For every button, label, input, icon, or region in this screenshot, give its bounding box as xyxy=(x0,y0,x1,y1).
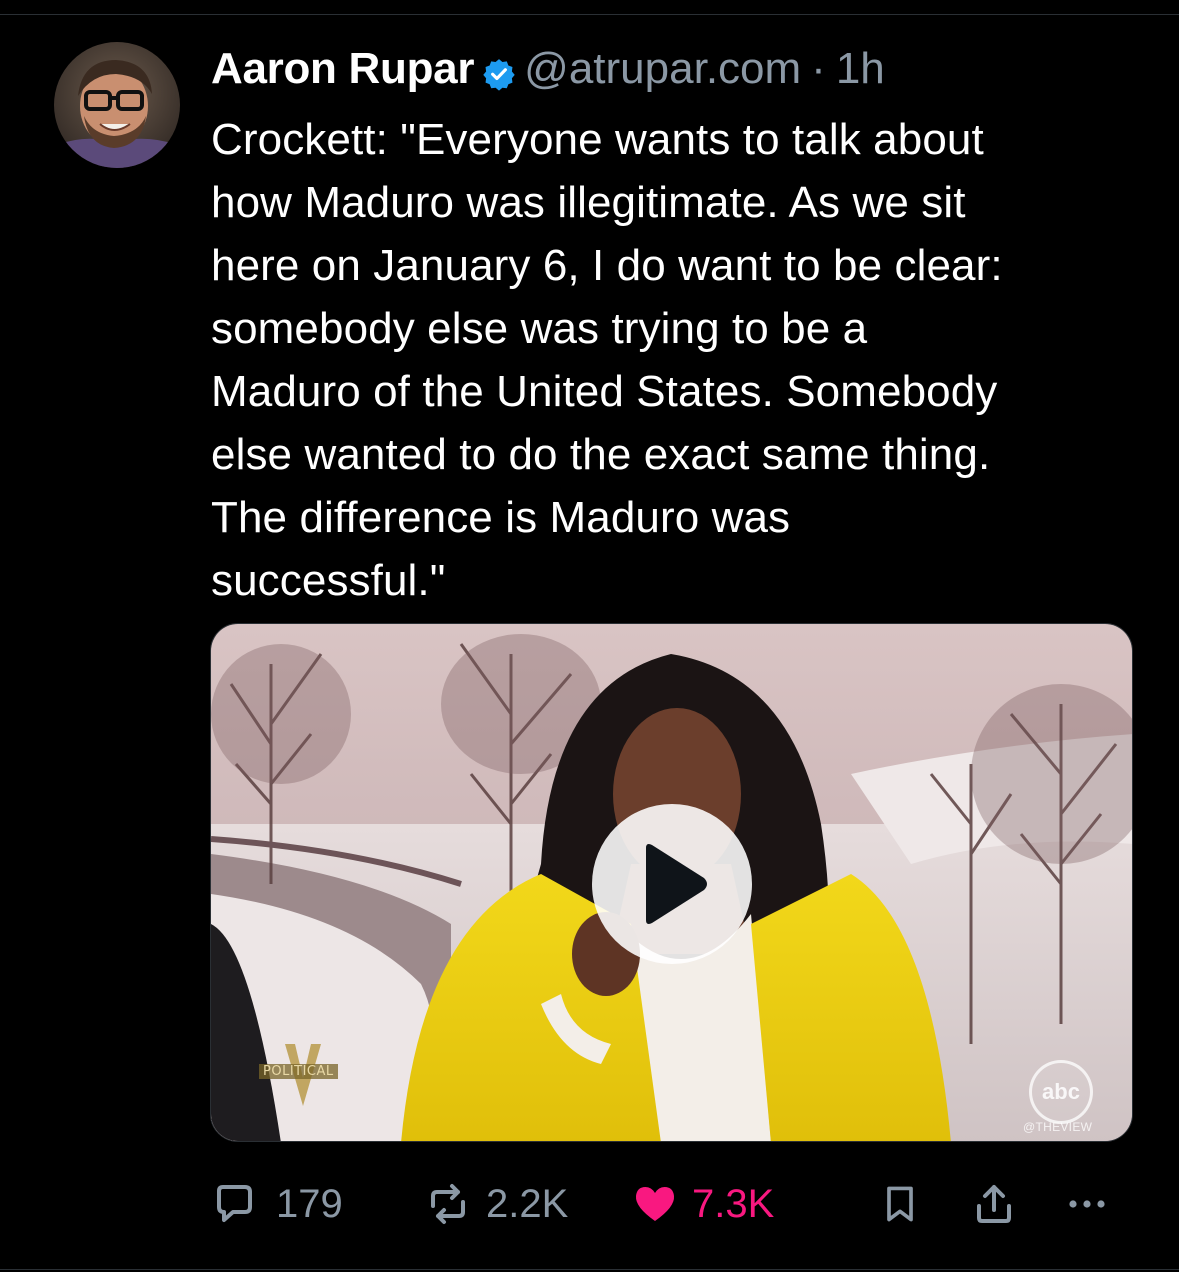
network-tag: @THEVIEW xyxy=(1023,1120,1093,1134)
reply-button[interactable]: 179 xyxy=(210,1175,343,1233)
top-divider xyxy=(0,14,1179,15)
bookmark-button[interactable] xyxy=(878,1175,922,1233)
repost-count: 2.2K xyxy=(486,1181,569,1226)
post-text: Crockett: "Everyone wants to talk about … xyxy=(211,115,1003,605)
bookmark-icon xyxy=(887,1186,913,1222)
share-upload-icon xyxy=(977,1185,1011,1223)
like-button[interactable]: 7.3K xyxy=(630,1175,774,1233)
political-logo: POLITICAL xyxy=(255,1044,351,1114)
post-header: Aaron Rupar @atrupar.com · 1h xyxy=(211,42,885,96)
verified-badge-icon xyxy=(482,52,516,91)
more-options-button[interactable] xyxy=(1062,1175,1112,1233)
political-badge-label: POLITICAL xyxy=(259,1064,338,1079)
repost-button[interactable]: 2.2K xyxy=(424,1175,568,1233)
share-button[interactable] xyxy=(970,1175,1018,1233)
action-bar: 179 2.2K 7.3K xyxy=(210,1175,1120,1233)
reply-count: 179 xyxy=(276,1181,343,1226)
repost-arrows-icon xyxy=(431,1184,465,1224)
bottom-divider xyxy=(0,1269,1179,1270)
speech-bubble-icon xyxy=(217,1185,252,1222)
play-icon xyxy=(646,844,707,924)
avatar[interactable] xyxy=(54,42,180,168)
more-dots-icon xyxy=(1069,1200,1105,1208)
post-timestamp[interactable]: 1h xyxy=(836,44,885,94)
header-separator: · xyxy=(811,44,826,93)
video-player[interactable]: POLITICAL abc @THEVIEW xyxy=(210,623,1133,1142)
abc-logo: abc xyxy=(1029,1060,1093,1124)
play-button[interactable] xyxy=(592,804,752,964)
like-count: 7.3K xyxy=(692,1181,775,1226)
heart-icon xyxy=(635,1187,675,1221)
author-name[interactable]: Aaron Rupar xyxy=(211,44,474,94)
author-handle[interactable]: @atrupar.com xyxy=(524,44,801,94)
